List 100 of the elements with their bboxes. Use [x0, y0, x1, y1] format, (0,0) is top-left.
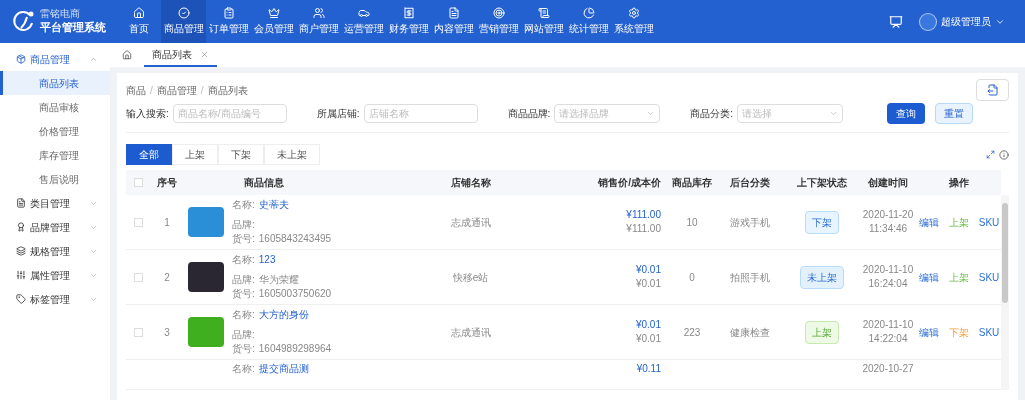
status-tab[interactable]: 上架 — [172, 144, 218, 165]
fullscreen-icon[interactable] — [986, 150, 995, 159]
date-text: 2020-10-27 — [862, 362, 914, 376]
receipt-icon — [402, 7, 415, 19]
column-header: 序号 — [156, 176, 178, 190]
action-link[interactable]: 编辑 — [918, 269, 939, 285]
breadcrumb-item[interactable]: 商品列表 — [207, 83, 248, 98]
sidebar-group[interactable]: 品牌管理 — [0, 215, 110, 239]
sliders-icon — [16, 270, 26, 280]
breadcrumb-item[interactable]: 商品管理 — [156, 83, 197, 98]
export-button[interactable] — [976, 79, 1009, 101]
info-icon[interactable] — [999, 149, 1009, 160]
user-menu[interactable]: 超级管理员 — [941, 14, 991, 29]
sidebar-group[interactable]: 商品管理 — [0, 47, 110, 71]
scrollbar[interactable] — [1001, 195, 1009, 390]
query-button[interactable]: 查询 — [887, 103, 926, 124]
filter-label: 商品品牌: — [507, 107, 551, 121]
product-code: 1605003750620 — [258, 287, 332, 301]
document-icon — [447, 7, 460, 19]
action-link[interactable]: SKU — [978, 214, 1000, 230]
sidebar-item[interactable]: 商品列表 — [0, 71, 110, 95]
photo-placeholder — [188, 262, 224, 292]
status-tab[interactable]: 下架 — [218, 144, 264, 165]
breadcrumb-item[interactable]: 商品 — [126, 83, 146, 98]
sidebar-item[interactable]: 商品审核 — [0, 95, 110, 119]
table-cell-text: 快移e站 — [451, 270, 490, 285]
status-tab[interactable]: 全部 — [126, 144, 172, 165]
time-text: 16:24:04 — [868, 277, 908, 291]
sidebar-item[interactable]: 售后说明 — [0, 167, 110, 191]
nav-item[interactable]: 商品管理 — [161, 0, 206, 43]
page-tab[interactable]: 商品列表 — [144, 43, 217, 67]
nav-item[interactable]: 会员管理 — [251, 0, 296, 43]
column-header: 商品库存 — [671, 176, 713, 190]
breadcrumb-separator: / — [200, 84, 204, 98]
date-text: 2020-11-10 — [862, 263, 914, 277]
nav-item[interactable]: 统计管理 — [566, 0, 611, 43]
sidebar-group[interactable]: 规格管理 — [0, 239, 110, 263]
photo-placeholder — [188, 207, 224, 237]
users-icon — [312, 7, 325, 19]
nav-item[interactable]: 财务管理 — [386, 0, 431, 43]
layers-icon — [16, 246, 26, 256]
product-name-link[interactable]: 提交商品测 — [258, 362, 309, 376]
table-cell-text: 2 — [163, 270, 171, 285]
scrollbar-thumb[interactable] — [1002, 203, 1008, 303]
brand-text: 华为荣耀 — [258, 273, 299, 287]
time-text: 11:34:46 — [868, 222, 908, 236]
screen-icon[interactable] — [889, 14, 903, 29]
table-cell-text: 0 — [688, 270, 696, 285]
sale-price: ¥0.11 — [636, 362, 661, 376]
field-label: 名称: — [232, 198, 255, 212]
status-tab[interactable]: 未上架 — [264, 144, 320, 165]
field-label: 品牌: — [232, 273, 255, 287]
checkbox[interactable] — [133, 178, 143, 187]
nav-item[interactable]: 运营管理 — [341, 0, 386, 43]
action-link[interactable]: 编辑 — [918, 214, 939, 230]
filter-label: 所属店铺: — [316, 107, 360, 121]
action-link[interactable]: SKU — [978, 324, 1000, 340]
nav-item[interactable]: 网站管理 — [521, 0, 566, 43]
tag-icon — [16, 294, 26, 304]
nav-item[interactable]: 订单管理 — [206, 0, 251, 43]
field-label: 品牌: — [232, 218, 255, 232]
close-icon[interactable] — [200, 49, 209, 59]
cost-price: ¥111.00 — [626, 222, 661, 236]
clipboard-icon — [222, 7, 235, 19]
nav-item[interactable]: 内容管理 — [431, 0, 476, 43]
table-cell-text: 10 — [685, 215, 699, 230]
column-header: 操作 — [948, 176, 970, 190]
product-name-link[interactable]: 大方的身份 — [258, 308, 309, 322]
action-link[interactable]: 编辑 — [918, 324, 939, 340]
home-icon[interactable] — [122, 50, 132, 60]
brand-title: 平台管理系统 — [40, 20, 106, 35]
sidebar-group[interactable]: 标签管理 — [0, 287, 110, 311]
sidebar-group[interactable]: 类目管理 — [0, 191, 110, 215]
field-label: 货号: — [232, 287, 255, 301]
reset-button[interactable]: 重置 — [935, 103, 974, 124]
sidebar-group[interactable]: 属性管理 — [0, 263, 110, 287]
column-header: 上下架状态 — [796, 176, 848, 190]
table-cell-text: 1 — [163, 215, 171, 230]
logo-icon — [12, 9, 36, 34]
table-cell-text: 志成通讯 — [449, 215, 492, 230]
checkbox[interactable] — [133, 327, 143, 337]
table-cell-text: 223 — [682, 325, 702, 340]
checkbox[interactable] — [133, 217, 143, 227]
field-label: 货号: — [232, 342, 255, 356]
brand-subtitle: 雷铭电商 — [40, 8, 81, 21]
column-header: 店铺名称 — [449, 176, 492, 190]
sidebar-item[interactable]: 价格管理 — [0, 119, 110, 143]
nav-item[interactable]: 商户管理 — [296, 0, 341, 43]
checkbox[interactable] — [133, 272, 143, 282]
nav-item[interactable]: 营销管理 — [476, 0, 521, 43]
sidebar-item[interactable]: 库存管理 — [0, 143, 110, 167]
action-link[interactable]: SKU — [978, 269, 1000, 285]
nav-item[interactable]: 系统管理 — [611, 0, 656, 43]
chevron-down-icon — [646, 109, 656, 118]
nav-item[interactable]: 首页 — [116, 0, 161, 43]
product-name-link[interactable]: 史蒂夫 — [258, 198, 289, 212]
table-cell-text: 志成通讯 — [449, 325, 492, 340]
table-cell-text: 3 — [163, 325, 171, 340]
product-name-link[interactable]: 123 — [258, 253, 276, 267]
input-field[interactable]: 店铺名称 — [363, 104, 478, 123]
